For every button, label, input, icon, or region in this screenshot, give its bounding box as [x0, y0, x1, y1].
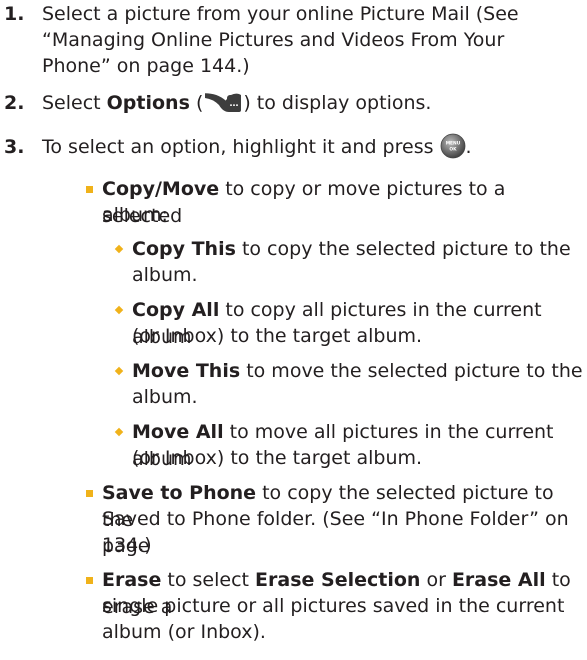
- bullet-text: to copy the selected picture to the: [235, 238, 571, 260]
- bullet-term: Copy All: [132, 299, 220, 321]
- options-label: Options: [106, 92, 190, 114]
- step-number: 1.: [4, 3, 25, 25]
- bullet-term: Erase: [102, 569, 162, 591]
- diamond-bullet-icon: [114, 427, 124, 437]
- bullet-term: Move All: [132, 421, 224, 443]
- diamond-bullet-icon: [114, 366, 124, 376]
- step-text: Select Options ( … ) to display options.: [42, 90, 587, 117]
- step-text-paren: (: [189, 92, 204, 114]
- diamond-bullet-icon: [114, 244, 124, 254]
- step-text-suffix: .: [465, 136, 472, 158]
- step-text-line: Phone” on page 144.): [42, 55, 250, 77]
- square-bullet-icon: [86, 490, 93, 497]
- bullet-text: to move the selected picture to the: [240, 360, 583, 382]
- options-key-glyph: …: [230, 99, 239, 109]
- bullet-term: Erase All: [451, 569, 546, 591]
- bullet-text: or: [420, 569, 452, 591]
- step-text-prefix: To select an option, highlight it and pr…: [42, 136, 440, 158]
- diamond-bullet-icon: [114, 305, 124, 315]
- bullet-line: album:: [102, 204, 168, 226]
- bullet-line: album.: [132, 264, 198, 286]
- bullet-term: Move This: [132, 360, 241, 382]
- bullet-line: single picture or all pictures saved in …: [102, 595, 565, 617]
- bullet-line: Copy This to copy the selected picture t…: [132, 236, 587, 263]
- bullet-line: album (or Inbox).: [102, 621, 266, 643]
- bullet-line: (or Inbox) to the target album.: [132, 325, 423, 347]
- bullet-text: to select: [161, 569, 256, 591]
- bullet-term: Erase Selection: [255, 569, 421, 591]
- bullet-line: 134.): [102, 534, 152, 556]
- step-text-line: Select a picture from your online Pictur…: [42, 3, 519, 25]
- bullet-term: Save to Phone: [102, 482, 257, 504]
- bullet-line: (or Inbox) to the target album.: [132, 447, 423, 469]
- step-text: To select an option, highlight it and pr…: [42, 133, 587, 161]
- step-text-suffix: ) to display options.: [243, 92, 432, 114]
- step-text-line: “Managing Online Pictures and Videos Fro…: [42, 29, 505, 51]
- step-number: 3.: [4, 136, 25, 158]
- bullet-term: Copy/Move: [102, 178, 220, 200]
- options-softkey-icon: …: [203, 91, 243, 113]
- step-number: 2.: [4, 92, 25, 114]
- step-text-prefix: Select: [42, 92, 107, 114]
- bullet-line: album.: [132, 386, 198, 408]
- menu-ok-button-icon: MENU OK: [440, 133, 466, 159]
- menu-glyph: MENU: [445, 140, 460, 146]
- square-bullet-icon: [86, 577, 93, 584]
- bullet-term: Copy This: [132, 238, 236, 260]
- manual-page: 1. Select a picture from your online Pic…: [0, 0, 587, 660]
- square-bullet-icon: [86, 186, 93, 193]
- bullet-line: Move This to move the selected picture t…: [132, 358, 587, 385]
- ok-glyph: OK: [449, 146, 457, 152]
